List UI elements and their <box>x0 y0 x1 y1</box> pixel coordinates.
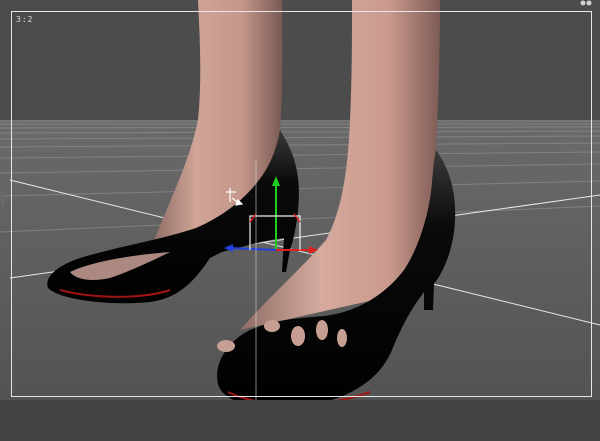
panel-resize-handle[interactable] <box>1 192 4 206</box>
viewport-scene[interactable] <box>0 0 600 441</box>
3d-viewport[interactable]: 3:2 <box>0 0 600 441</box>
view-options-icon[interactable] <box>580 0 592 6</box>
viewport-bottom-bar <box>0 400 600 441</box>
aspect-ratio-label: 3:2 <box>16 15 34 24</box>
